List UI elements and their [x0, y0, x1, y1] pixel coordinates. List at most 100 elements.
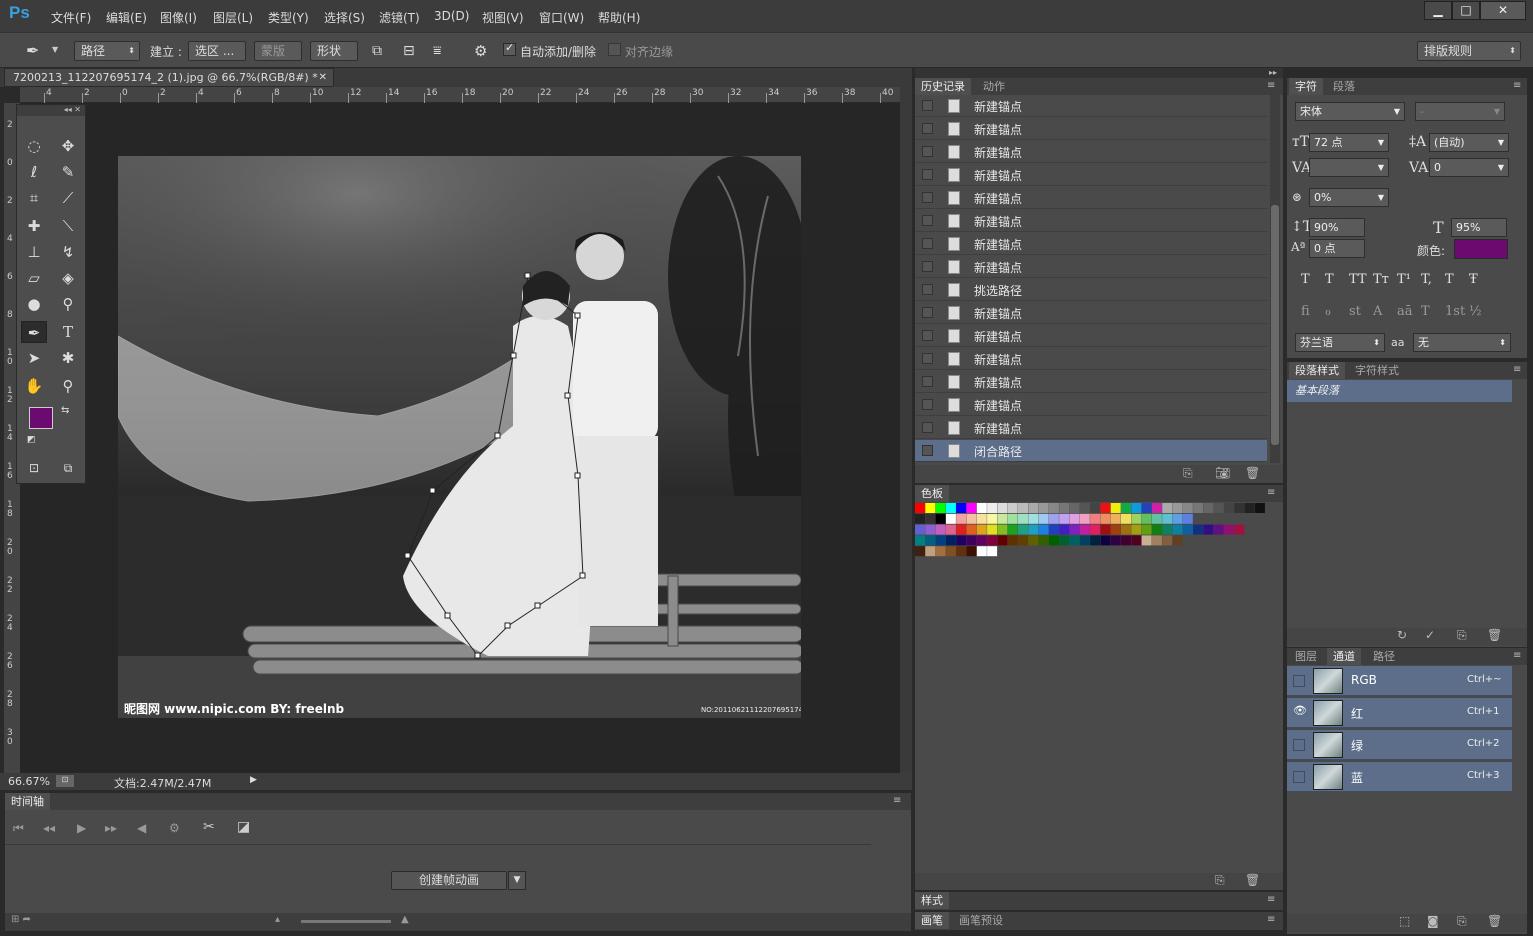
swatch[interactable] [945, 513, 956, 524]
gear-icon[interactable]: ⚙ [474, 42, 487, 60]
history-item[interactable]: 新建锚点 [915, 417, 1267, 439]
chevron-down-icon[interactable]: ▼ [52, 45, 58, 54]
settings-icon[interactable]: ⚙ [169, 821, 180, 835]
history-snapshot-checkbox[interactable] [922, 238, 933, 249]
swatch[interactable] [1079, 535, 1090, 546]
swatch[interactable] [1141, 535, 1152, 546]
swatch[interactable] [956, 503, 967, 513]
transition-icon[interactable]: ◪ [237, 819, 250, 835]
new-style-icon[interactable]: ⎘ [1457, 628, 1467, 643]
history-scrollbar[interactable] [1270, 95, 1280, 463]
opentype-button[interactable]: ℴ [1325, 304, 1331, 319]
swatch[interactable] [1193, 503, 1204, 513]
new-swatch-icon[interactable]: ⎘ [1215, 873, 1225, 888]
swatch[interactable] [956, 524, 967, 535]
tab-paragraph-styles[interactable]: 段落样式 [1289, 362, 1345, 379]
swatch[interactable] [935, 524, 946, 535]
marquee-tool-icon[interactable]: ◌ [21, 135, 47, 157]
vertical-scale-field[interactable]: 90% [1309, 218, 1365, 237]
pen-tool-preset-icon[interactable]: ✒ [26, 41, 39, 60]
trash-icon[interactable]: 🗑︎ [1487, 914, 1502, 928]
swatch[interactable] [1100, 535, 1111, 546]
swatch[interactable] [1151, 513, 1162, 524]
close-button[interactable]: ✕ [1480, 1, 1526, 20]
channel-row[interactable]: 👁︎ 红 Ctrl+1 [1287, 698, 1512, 728]
font-size-field[interactable]: 72 点 ▼ [1309, 133, 1389, 152]
tab-character[interactable]: 字符 [1289, 78, 1323, 95]
swatch[interactable] [987, 513, 998, 524]
history-snapshot-checkbox[interactable] [922, 307, 933, 318]
swatch[interactable] [925, 524, 936, 535]
opentype-button[interactable]: 1st [1445, 304, 1465, 319]
horizontal-scale-field[interactable]: 95% [1451, 218, 1507, 237]
swatch[interactable] [1059, 535, 1070, 546]
channel-row[interactable]: 蓝 Ctrl+3 [1287, 762, 1512, 792]
menu-file[interactable]: 文件(F) [51, 9, 91, 26]
swap-colors-icon[interactable]: ⇆ [61, 405, 69, 416]
zoom-in-icon[interactable]: ▲ [401, 914, 409, 925]
camera-icon[interactable]: 📷︎ [1215, 466, 1230, 480]
swatch[interactable] [1007, 503, 1018, 513]
pen-tool-icon[interactable]: ✒ [21, 321, 47, 343]
make-shape-button[interactable]: 形状 [310, 41, 358, 61]
swatch[interactable] [997, 524, 1008, 535]
zoom-level[interactable]: 66.67% [8, 775, 50, 788]
swatch[interactable] [1048, 524, 1059, 535]
baseline-shift-field[interactable]: 0 点 [1309, 239, 1365, 258]
canvas-vertical-scrollbar[interactable] [900, 87, 912, 773]
history-item[interactable]: 新建锚点 [915, 348, 1267, 370]
tab-timeline[interactable]: 时间轴 [5, 793, 50, 810]
history-snapshot-checkbox[interactable] [922, 284, 933, 295]
swatch[interactable] [1141, 524, 1152, 535]
history-item[interactable]: 新建锚点 [915, 187, 1267, 209]
swatch[interactable] [1018, 524, 1028, 535]
history-item[interactable]: 新建锚点 [915, 325, 1267, 347]
swatch[interactable] [1172, 524, 1183, 535]
chevron-right-icon[interactable]: ▶ [250, 775, 257, 785]
panel-menu-icon[interactable]: ≡ [1513, 364, 1521, 375]
align-edges-checkbox[interactable] [608, 43, 621, 56]
history-item[interactable]: 新建锚点 [915, 95, 1267, 117]
trash-icon[interactable]: 🗑︎ [1487, 628, 1502, 642]
swatch[interactable] [966, 535, 977, 546]
history-item[interactable]: 新建锚点 [915, 371, 1267, 393]
swatch[interactable] [1131, 524, 1142, 535]
opentype-button[interactable]: st [1349, 304, 1361, 319]
tab-channels[interactable]: 通道 [1327, 648, 1361, 665]
tab-actions[interactable]: 动作 [977, 78, 1011, 95]
opentype-button[interactable]: T [1421, 304, 1430, 319]
type-style-button[interactable]: Ŧ [1469, 272, 1478, 287]
swatch[interactable] [1069, 535, 1080, 546]
swatch[interactable] [1203, 524, 1214, 535]
tool-mode-select[interactable]: 路径 ⬍ [74, 41, 140, 61]
history-snapshot-checkbox[interactable] [922, 422, 933, 433]
visibility-toggle[interactable] [1293, 675, 1305, 687]
swatch[interactable] [1182, 503, 1193, 513]
swatch[interactable] [1048, 513, 1059, 524]
swatch[interactable] [1100, 503, 1111, 513]
tab-character-styles[interactable]: 字符样式 [1349, 362, 1405, 379]
history-item[interactable]: 新建锚点 [915, 118, 1267, 140]
swatch[interactable] [1121, 513, 1131, 524]
blur-tool-icon[interactable]: ● [21, 293, 47, 315]
document-tab[interactable]: 7200213_112207695174_2 (1).jpg @ 66.7%(R… [4, 68, 334, 87]
swatch[interactable] [1018, 503, 1028, 513]
panel-menu-icon[interactable]: ≡ [1513, 80, 1521, 91]
history-item[interactable]: 新建锚点 [915, 164, 1267, 186]
swatch[interactable] [987, 524, 998, 535]
swatch[interactable] [976, 524, 987, 535]
antialias-select[interactable]: 无 ⬍ [1413, 333, 1511, 352]
swatch[interactable] [915, 535, 925, 546]
swatch[interactable] [956, 546, 967, 557]
tab-styles[interactable]: 样式 [915, 892, 949, 909]
scissors-icon[interactable]: ✂ [203, 819, 215, 835]
swatch[interactable] [1100, 513, 1111, 524]
healing-brush-tool-icon[interactable]: ✚ [21, 215, 47, 237]
swatch[interactable] [997, 513, 1008, 524]
swatch[interactable] [915, 503, 925, 513]
swatch[interactable] [925, 503, 936, 513]
swatch[interactable] [1059, 524, 1070, 535]
tab-history[interactable]: 历史记录 [915, 78, 971, 95]
tab-brush[interactable]: 画笔 [915, 912, 949, 929]
swatch[interactable] [976, 503, 987, 513]
